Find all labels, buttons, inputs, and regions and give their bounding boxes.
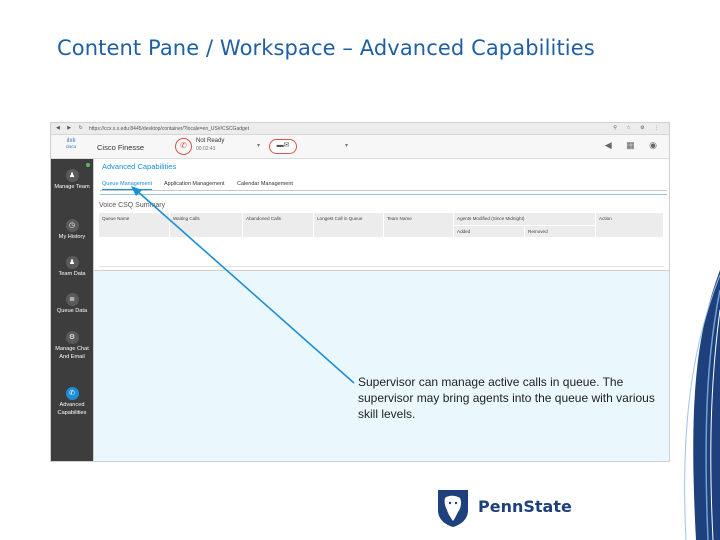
cisco-logo: ılıılı cisco [57, 138, 85, 149]
column-header[interactable]: Action [596, 213, 664, 237]
gadget-panel: Advanced Capabilities Queue Management A… [94, 159, 669, 271]
gear-icon: ⚙ [65, 331, 79, 344]
advanced-icon: ✆ [65, 387, 79, 400]
browser-url[interactable]: https://ccx.x.x.edu:8445/desktop/contain… [89, 126, 249, 132]
header-action-icons[interactable]: ◀ ▦ ◉ [605, 140, 663, 151]
agent-state[interactable]: Not Ready [196, 138, 224, 144]
finesse-header: ılıılı cisco Cisco Finesse ✆ Not Ready 0… [51, 135, 669, 159]
sidebar-item-team-data[interactable]: ♟ Team Data [51, 256, 93, 279]
app-name: Cisco Finesse [97, 143, 145, 152]
section-title: Voice CSQ Summary [99, 202, 166, 209]
subcolumn-header[interactable]: Removed [525, 225, 596, 237]
tab-calendar-management[interactable]: Calendar Management [237, 181, 293, 187]
column-header[interactable]: Waiting Calls [170, 213, 243, 237]
column-header[interactable]: Longest Call in Queue [314, 213, 384, 237]
chat-dropdown-icon[interactable]: ▾ [345, 142, 348, 149]
sidebar-item-advanced-capabilities[interactable]: ✆ Advanced Capabilities [51, 387, 93, 417]
gadget-title: Advanced Capabilities [102, 162, 177, 171]
sidebar-item-label: Manage Chat And Email [55, 346, 89, 360]
column-header[interactable]: Queue Name [99, 213, 170, 237]
queue-data-icon: ≣ [65, 293, 79, 306]
phone-state-icon[interactable]: ✆ [175, 138, 192, 155]
gadget-tabs: Queue Management Application Management … [100, 179, 667, 191]
sidebar-item-label: My History [58, 234, 86, 240]
chat-email-state-button[interactable]: ▬✉ [269, 139, 297, 154]
tab-divider [100, 194, 667, 195]
history-icon: ◷ [65, 219, 79, 232]
state-timer: 00:02:43 [196, 146, 216, 152]
sidebar-item-manage-chat-email[interactable]: ⚙ Manage Chat And Email [51, 331, 93, 361]
column-header[interactable]: Abandoned Calls [243, 213, 314, 237]
browser-action-icons[interactable]: ⚲ ☆ ⚙ ⋮ [613, 125, 663, 131]
team-data-icon: ♟ [65, 256, 79, 269]
column-header[interactable]: Agents Modified (Since Midnight) [454, 213, 596, 225]
sidebar-status-dot [86, 163, 90, 167]
nittany-lion-shield-icon [438, 490, 468, 527]
tab-queue-management[interactable]: Queue Management [102, 181, 153, 190]
cisco-brand: cisco [65, 144, 77, 149]
sidebar-item-label: Manage Team [54, 184, 90, 190]
csq-table-header: Queue Name Waiting Calls Abandoned Calls… [99, 213, 664, 237]
sidebar: ♟ Manage Team ◷ My History ♟ Team Data ≣… [51, 159, 93, 461]
tab-application-management[interactable]: Application Management [164, 181, 225, 187]
callout-text: Supervisor can manage active calls in qu… [358, 375, 655, 421]
sidebar-item-manage-team[interactable]: ♟ Manage Team [51, 169, 93, 192]
browser-nav-icons[interactable]: ◀ ▶ ↻ [56, 125, 86, 131]
table-empty-area [99, 237, 664, 267]
state-dropdown-icon[interactable]: ▾ [257, 142, 260, 149]
browser-toolbar: ◀ ▶ ↻ https://ccx.x.x.edu:8445/desktop/c… [51, 123, 669, 135]
pennstate-wordmark: PennState [478, 497, 572, 516]
slide-title: Content Pane / Workspace – Advanced Capa… [57, 36, 595, 60]
sidebar-item-label: Advanced Capabilities [57, 402, 87, 416]
sidebar-item-label: Queue Data [56, 308, 88, 314]
sidebar-item-my-history[interactable]: ◷ My History [51, 219, 93, 242]
sidebar-item-queue-data[interactable]: ≣ Queue Data [51, 293, 93, 316]
column-header[interactable]: Team Name [384, 213, 454, 237]
sidebar-item-label: Team Data [58, 271, 86, 277]
manage-team-icon: ♟ [65, 169, 79, 182]
subcolumn-header[interactable]: Added [454, 225, 525, 237]
pennstate-logo: PennState [436, 488, 572, 528]
